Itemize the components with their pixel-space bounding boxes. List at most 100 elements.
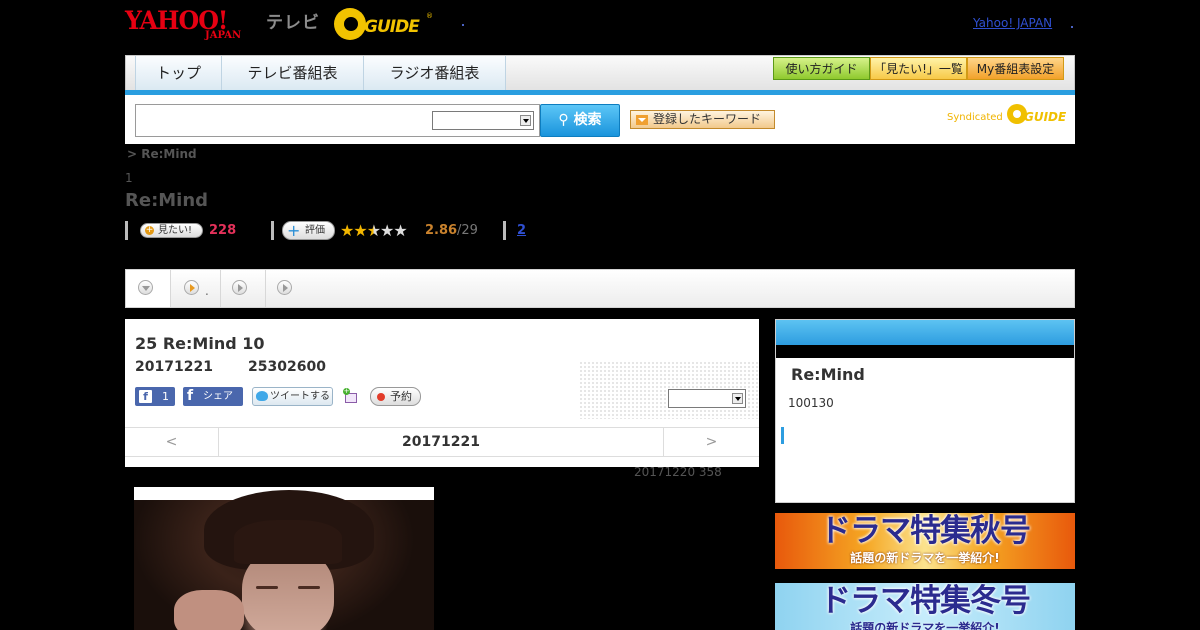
tab-2-label: . xyxy=(205,284,209,298)
facebook-like-count: 1 xyxy=(162,390,169,403)
facebook-icon: f xyxy=(187,388,194,404)
chevron-down-icon xyxy=(732,393,743,404)
reserve-button[interactable]: 予約 xyxy=(370,387,421,406)
facebook-like-button[interactable]: f 1 xyxy=(135,387,175,406)
want-to-watch-label: 見たい! xyxy=(158,225,193,236)
tv-label[interactable]: テレビ xyxy=(266,8,320,33)
syndicated-logo-text: GUIDE xyxy=(1024,110,1067,124)
next-day-button[interactable]: > xyxy=(663,428,759,456)
search-button[interactable]: ⚲ 検索 xyxy=(540,104,620,137)
nav-tabs: トップ テレビ番組表 ラジオ番組表 xyxy=(135,56,506,90)
yahoo-logo-sub: JAPAN xyxy=(205,30,242,41)
my-schedule-settings-button[interactable]: My番組表設定 xyxy=(967,57,1064,80)
nav-buttons: 使い方ガイド 「見たい!」一覧 My番組表設定 xyxy=(773,57,1064,80)
program-meta: + 見たい! 228 + 評価 ★★★★★ 2.86 /29 2 xyxy=(125,221,725,241)
drama-special-winter-banner[interactable]: ドラマ特集冬号 話題の新ドラマを一挙紹介! xyxy=(775,583,1075,630)
syndicated-gguide-logo: Syndicated GUIDE xyxy=(947,104,1067,126)
banner-title: ドラマ特集秋号 xyxy=(820,513,1031,549)
search-bar: ⚲ 検索 登録したキーワード Syndicated GUIDE xyxy=(125,95,1075,144)
tab-2[interactable]: . xyxy=(171,270,221,307)
search-icon: ⚲ xyxy=(558,112,574,128)
usage-guide-button[interactable]: 使い方ガイド xyxy=(773,57,870,80)
nav-tab-radio-schedule[interactable]: ラジオ番組表 xyxy=(364,56,506,90)
chevron-down-icon xyxy=(138,280,153,295)
tab-program-info[interactable] xyxy=(126,270,171,307)
banner-title: ドラマ特集冬号 xyxy=(820,583,1031,619)
banner-subtitle: 話題の新ドラマを一挙紹介! xyxy=(850,621,1000,630)
current-date: 20171221 xyxy=(402,434,480,450)
tab-3[interactable] xyxy=(221,270,266,307)
average-rating: 2.86 xyxy=(425,223,458,238)
rate-button[interactable]: + 評価 xyxy=(282,221,335,240)
play-icon xyxy=(232,280,247,295)
plus-icon: + xyxy=(145,225,154,235)
watch-list-button[interactable]: 「見たい!」一覧 xyxy=(870,57,967,80)
star-rating: ★★★★★ xyxy=(340,221,408,240)
syndicated-label: Syndicated xyxy=(947,112,1003,123)
sidebar-title: Re:Mind xyxy=(791,365,865,384)
twitter-bird-icon xyxy=(256,391,268,401)
want-to-watch-count: 228 xyxy=(209,223,237,238)
tweet-button[interactable]: ツイートする xyxy=(252,387,333,406)
divider xyxy=(271,221,274,240)
update-info: 20171220 358 xyxy=(634,465,722,479)
divider xyxy=(503,221,506,240)
add-calendar-icon[interactable]: + xyxy=(343,388,359,405)
plus-icon: + xyxy=(287,221,301,240)
yahoo-japan-link[interactable]: Yahoo! JAPAN xyxy=(973,16,1052,30)
day-navigation: < 20171221 > xyxy=(125,427,759,457)
want-to-watch-button[interactable]: + 見たい! xyxy=(140,223,203,238)
header-separator xyxy=(1071,26,1073,28)
facebook-share-label: シェア xyxy=(203,391,233,402)
program-card: 25 Re:Mind 10 20171221 25302600 f 1 f シェ… xyxy=(125,319,759,467)
page: YAHOO! JAPAN テレビ GUIDE ® Yahoo! JAPAN トッ… xyxy=(0,0,1200,630)
search-button-label: 検索 xyxy=(573,112,602,128)
gguide-logo-text: GUIDE xyxy=(364,17,420,37)
yahoo-japan-logo[interactable]: YAHOO! JAPAN xyxy=(125,6,263,41)
rate-label: 評価 xyxy=(305,225,325,236)
nav-tab-tv-schedule[interactable]: テレビ番組表 xyxy=(222,56,364,90)
saved-keywords-label: 登録したキーワード xyxy=(653,112,762,126)
chevron-down-icon xyxy=(520,115,531,126)
divider xyxy=(125,221,128,240)
star-icon: ★ xyxy=(353,221,367,240)
reserve-label: 予約 xyxy=(390,390,412,403)
tweet-label: ツイートする xyxy=(270,391,330,402)
star-icon: ★ xyxy=(393,221,407,240)
facebook-share-button[interactable]: f シェア xyxy=(183,387,243,406)
program-time: 25302600 xyxy=(248,359,326,375)
episode-count: 1 xyxy=(125,171,133,185)
record-dot-icon xyxy=(377,393,385,401)
star-icon: ★ xyxy=(340,221,354,240)
drama-special-autumn-banner[interactable]: ドラマ特集秋号 話題の新ドラマを一挙紹介! xyxy=(775,513,1075,569)
facebook-icon: f xyxy=(139,390,152,403)
play-icon xyxy=(277,280,292,295)
previous-day-button[interactable]: < xyxy=(125,428,219,456)
nav-tab-top[interactable]: トップ xyxy=(136,56,222,90)
saved-keywords-button[interactable]: 登録したキーワード xyxy=(630,110,775,129)
star-icon: ★ xyxy=(366,221,381,240)
program-photo xyxy=(134,490,434,630)
tab-4[interactable] xyxy=(266,270,311,307)
program-action-select[interactable] xyxy=(668,389,746,408)
sidebar-header xyxy=(776,320,1074,345)
review-count-link[interactable]: 2 xyxy=(517,223,526,238)
program-tabs: . xyxy=(125,269,1075,308)
main-nav: トップ テレビ番組表 ラジオ番組表 使い方ガイド 「見たい!」一覧 My番組表設… xyxy=(125,55,1075,92)
chevron-down-icon xyxy=(636,115,648,125)
gguide-logo[interactable]: GUIDE ® xyxy=(334,8,434,40)
header-separator xyxy=(462,24,464,26)
play-icon xyxy=(184,280,199,295)
search-category-select[interactable] xyxy=(432,111,534,130)
page-title: Re:Mind xyxy=(125,190,209,211)
banner-subtitle: 話題の新ドラマを一挙紹介! xyxy=(850,551,1000,565)
program-image xyxy=(134,487,434,630)
sidebar-accent-bar xyxy=(781,427,784,444)
breadcrumb[interactable]: > Re:Mind xyxy=(127,147,197,161)
program-date: 20171221 xyxy=(135,359,213,375)
sidebar-count: 100130 xyxy=(788,396,834,410)
program-title: 25 Re:Mind 10 xyxy=(135,334,265,353)
registered-mark: ® xyxy=(426,12,433,20)
rating-count: /29 xyxy=(457,223,478,238)
star-icon: ★ xyxy=(380,221,394,240)
